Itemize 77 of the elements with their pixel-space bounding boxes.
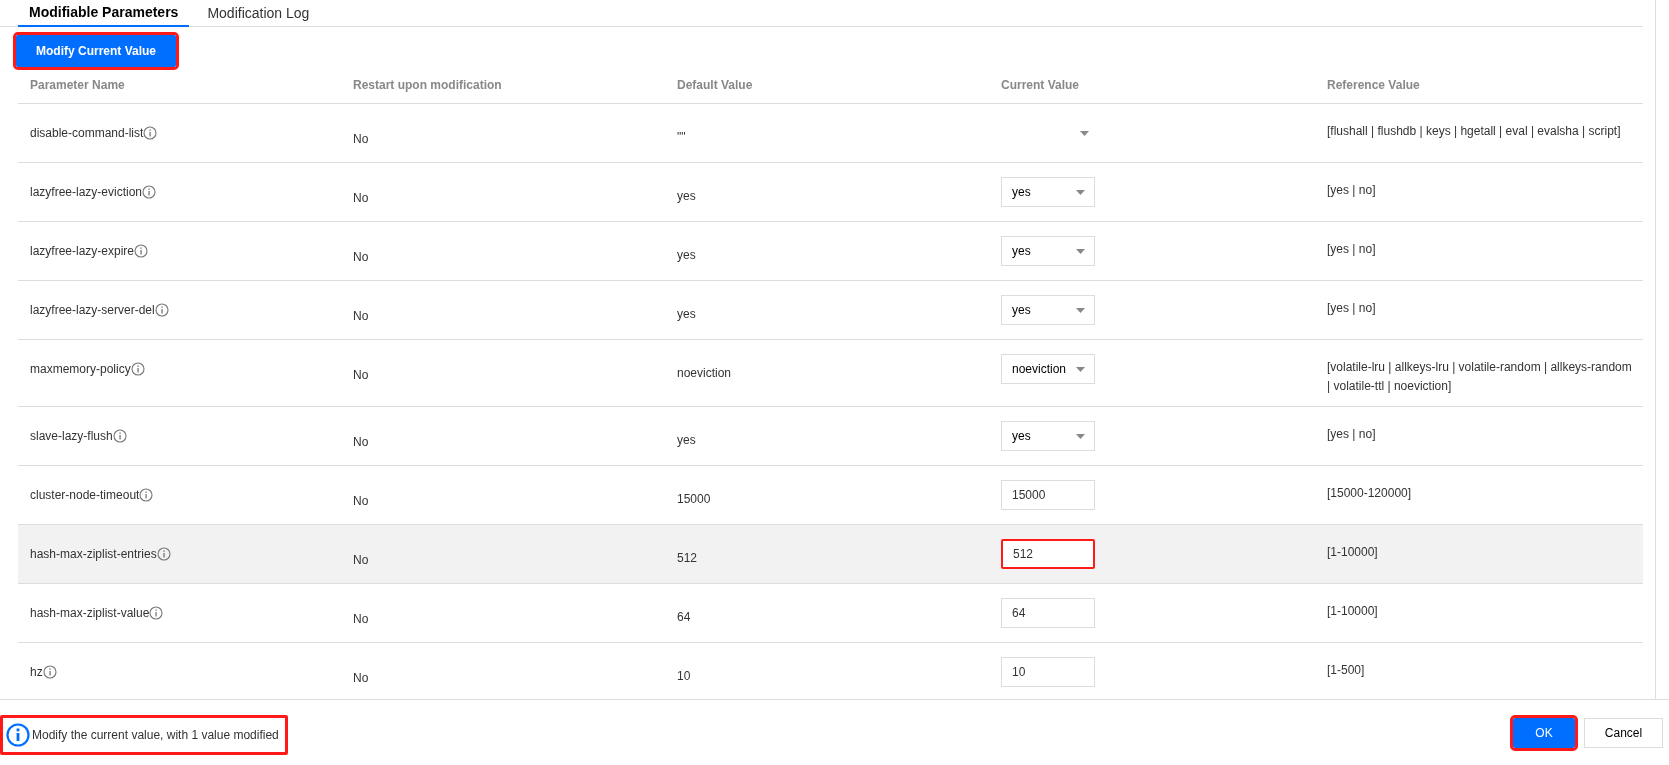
- table-cell: yes: [677, 433, 696, 447]
- table-cell: yes: [677, 307, 696, 321]
- parameter-name: lazyfree-lazy-server-del: [30, 302, 155, 319]
- table-cell: No: [353, 612, 369, 626]
- dropdown[interactable]: yes: [1001, 236, 1095, 266]
- parameter-name: slave-lazy-flush: [30, 428, 113, 445]
- table-cell: No: [353, 250, 369, 264]
- column-header: Current Value: [1001, 77, 1080, 94]
- info-icon[interactable]: [134, 244, 149, 258]
- reference-value: [yes | no]: [1327, 300, 1377, 317]
- ok-button[interactable]: OK: [1513, 717, 1575, 748]
- modify-current-value-button[interactable]: Modify Current Value: [16, 35, 177, 67]
- dropdown[interactable]: yes: [1001, 295, 1095, 325]
- table-cell: yes: [677, 189, 696, 203]
- info-icon[interactable]: [143, 126, 158, 140]
- table-cell: 10: [677, 669, 691, 683]
- table-cell: No: [353, 671, 369, 685]
- input-field[interactable]: 512: [1001, 539, 1095, 569]
- caret-icon: [1076, 433, 1085, 439]
- reference-value: [yes | no]: [1327, 182, 1377, 199]
- dropdown[interactable]: yes: [1001, 177, 1095, 207]
- reference-value: [15000-120000]: [1327, 485, 1413, 502]
- table-cell: yes: [677, 248, 696, 262]
- tab[interactable]: Modification Log: [189, 0, 328, 27]
- table-cell: "": [677, 130, 686, 144]
- info-icon[interactable]: [154, 303, 169, 317]
- notice-text: Modify the current value, with 1 value modified: [32, 726, 279, 744]
- input-field[interactable]: 15000: [1001, 480, 1095, 510]
- parameter-name: maxmemory-policy: [30, 361, 131, 378]
- parameter-name: hash-max-ziplist-entries: [30, 546, 157, 563]
- parameter-name: disable-command-list: [30, 125, 144, 142]
- caret-icon: [1080, 130, 1089, 136]
- parameter-name: hz: [30, 664, 43, 681]
- reference-value: [volatile-lru | allkeys-lru | volatile-random | allkeys-random | volatile-ttl | noeviction]: [1327, 359, 1633, 395]
- column-header: Reference Value: [1327, 77, 1420, 94]
- table-cell: No: [353, 435, 369, 449]
- dropdown[interactable]: yes: [1001, 421, 1095, 451]
- tab[interactable]: Modifiable Parameters: [18, 0, 190, 27]
- info-icon[interactable]: [156, 547, 171, 561]
- table-cell: No: [353, 368, 369, 382]
- parameter-name: lazyfree-lazy-expire: [30, 243, 135, 260]
- parameter-name: lazyfree-lazy-eviction: [30, 184, 143, 201]
- caret-icon: [1076, 307, 1085, 313]
- parameter-name: cluster-node-timeout: [30, 487, 140, 504]
- caret-icon: [1076, 366, 1085, 372]
- reference-value: [1-10000]: [1327, 544, 1379, 561]
- info-icon[interactable]: [42, 665, 57, 679]
- info-icon[interactable]: [149, 606, 164, 620]
- table-cell: 64: [677, 610, 691, 624]
- table-cell: noeviction: [677, 366, 732, 380]
- reference-value: [1-10000]: [1327, 603, 1379, 620]
- dropdown[interactable]: noeviction: [1001, 354, 1095, 384]
- reference-value: [1-500]: [1327, 662, 1366, 679]
- info-icon[interactable]: [139, 488, 154, 502]
- table-cell: No: [353, 553, 369, 567]
- column-header: Restart upon modification: [353, 77, 502, 94]
- table-cell: No: [353, 191, 369, 205]
- info-icon: [6, 722, 30, 747]
- info-icon[interactable]: [112, 429, 127, 443]
- reference-value: [flushall | flushdb | keys | hgetall | eval | evalsha | script]: [1327, 123, 1622, 140]
- column-header: Parameter Name: [30, 77, 125, 94]
- table-cell: 512: [677, 551, 698, 565]
- reference-value: [yes | no]: [1327, 426, 1377, 443]
- input-field[interactable]: 10: [1001, 657, 1095, 687]
- parameter-name: hash-max-ziplist-value: [30, 605, 150, 622]
- column-header: Default Value: [677, 77, 753, 94]
- reference-value: [yes | no]: [1327, 241, 1377, 258]
- caret-icon: [1076, 248, 1085, 254]
- info-icon[interactable]: [130, 362, 145, 376]
- table-cell: No: [353, 309, 369, 323]
- table-cell: No: [353, 132, 369, 146]
- table-cell: No: [353, 494, 369, 508]
- table-cell: 15000: [677, 492, 711, 506]
- info-icon[interactable]: [142, 185, 157, 199]
- cancel-button[interactable]: Cancel: [1584, 717, 1663, 748]
- caret-icon: [1076, 189, 1085, 195]
- input-field[interactable]: 64: [1001, 598, 1095, 628]
